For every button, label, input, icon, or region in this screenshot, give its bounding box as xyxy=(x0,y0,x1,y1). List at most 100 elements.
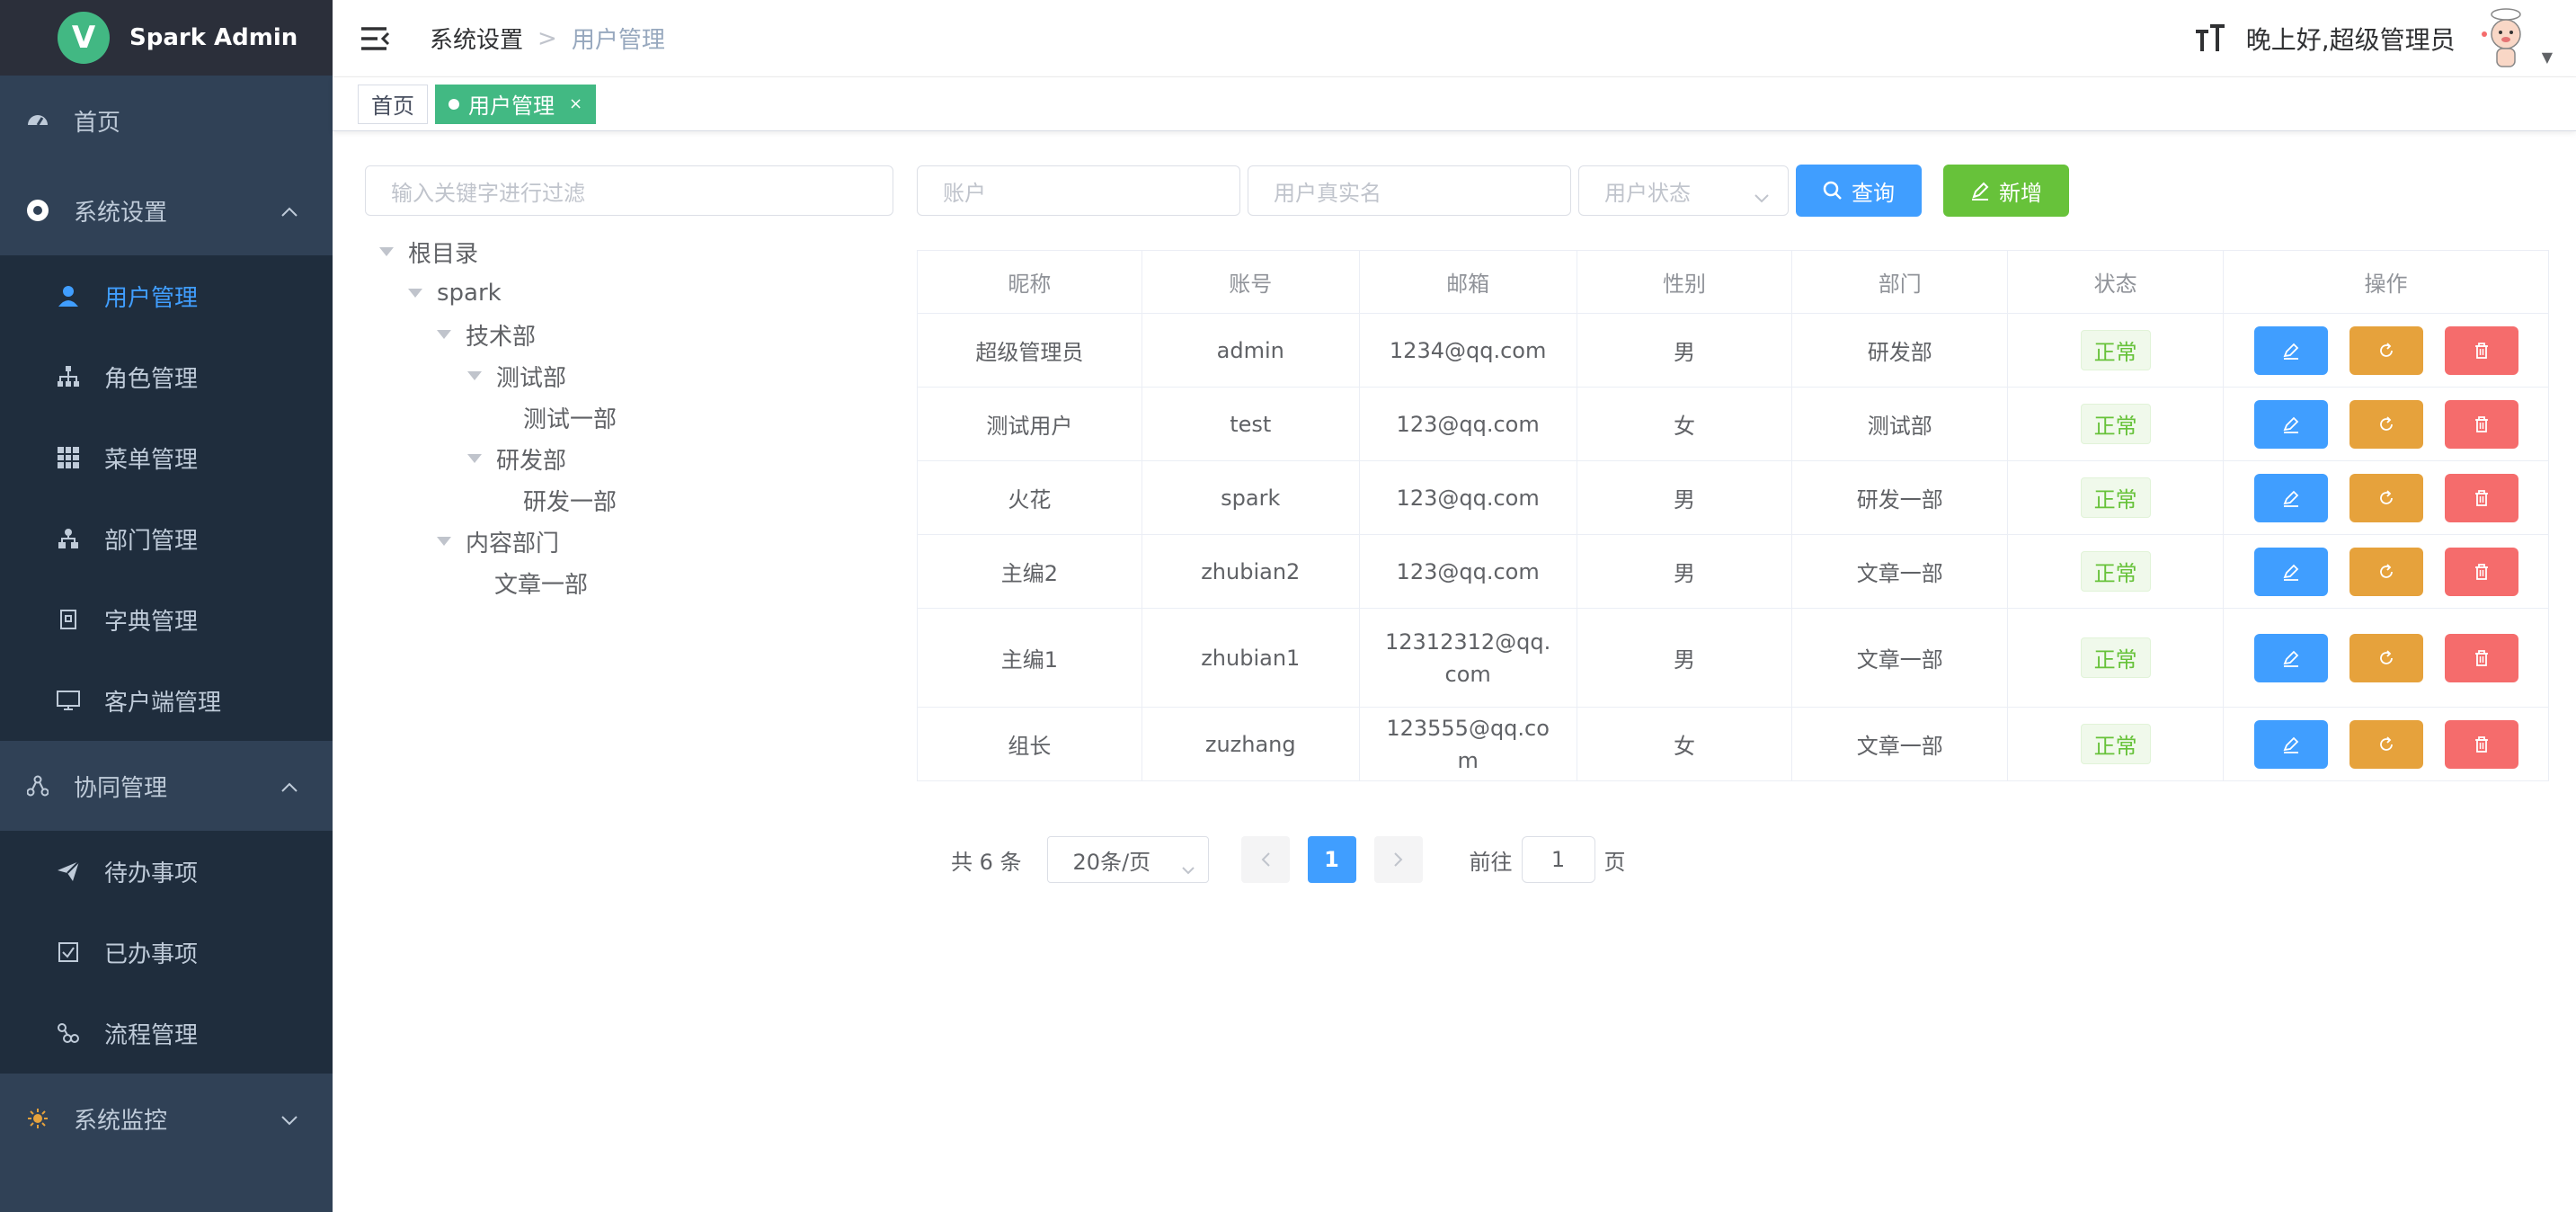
logo-icon: V xyxy=(58,12,110,64)
tree-node-article1[interactable]: 文章一部 xyxy=(494,565,588,601)
sidebar-item-label: 协同管理 xyxy=(74,774,168,802)
breadcrumb-item-current: 用户管理 xyxy=(571,27,665,54)
edit-button[interactable] xyxy=(2253,399,2328,449)
breadcrumb-item-system-settings[interactable]: 系统设置 xyxy=(430,22,523,55)
chevron-up-icon xyxy=(280,197,298,224)
sidebar-item-process[interactable]: 流程管理 xyxy=(0,993,333,1074)
page-size-select[interactable]: 20条/页 xyxy=(1046,836,1209,883)
cell-account: admin xyxy=(1141,313,1360,388)
realname-input[interactable]: 用户真实名 xyxy=(1248,165,1571,216)
delete-button[interactable] xyxy=(2444,719,2518,769)
expand-triangle-icon[interactable] xyxy=(379,247,394,256)
caret-down-icon[interactable]: ▼ xyxy=(2542,49,2553,66)
tree-node-content[interactable]: 内容部门 xyxy=(437,523,559,559)
refresh-icon xyxy=(2377,735,2395,753)
cell-nickname: 主编1 xyxy=(917,608,1142,708)
page-size-value: 20条/页 xyxy=(1072,849,1151,875)
table-header-row: 昵称 账号 邮箱 性别 部门 状态 操作 xyxy=(917,250,2549,314)
reset-password-button[interactable] xyxy=(2349,399,2423,449)
cell-actions xyxy=(2223,608,2549,708)
reset-password-button[interactable] xyxy=(2349,633,2423,682)
sidebar-item-todo[interactable]: 待办事项 xyxy=(0,831,333,912)
hamburger-icon[interactable] xyxy=(360,25,390,52)
breadcrumb: 系统设置 > 用户管理 xyxy=(430,22,665,55)
delete-button[interactable] xyxy=(2444,633,2518,682)
sidebar-group-collab[interactable]: 协同管理 xyxy=(0,741,333,831)
expand-triangle-icon[interactable] xyxy=(437,330,451,339)
expand-triangle-icon[interactable] xyxy=(467,371,482,380)
cell-account: zhubian2 xyxy=(1141,534,1360,609)
app-title: Spark Admin xyxy=(129,24,298,51)
sidebar-item-dict-management[interactable]: 字典管理 xyxy=(0,579,333,660)
close-icon[interactable]: × xyxy=(569,94,582,113)
trash-icon xyxy=(2473,735,2491,753)
goto-page-input[interactable]: 1 xyxy=(1521,836,1595,883)
tag-user-management[interactable]: 用户管理 × xyxy=(435,84,597,124)
edit-button[interactable] xyxy=(2253,633,2328,682)
delete-button[interactable] xyxy=(2444,473,2518,522)
sidebar-item-dept-management[interactable]: 部门管理 xyxy=(0,498,333,579)
reset-password-button[interactable] xyxy=(2349,325,2423,375)
avatar[interactable] xyxy=(2479,7,2533,70)
tag-home[interactable]: 首页 xyxy=(358,84,428,124)
tree-node-test1[interactable]: 测试一部 xyxy=(523,399,617,435)
tree-node-tech[interactable]: 技术部 xyxy=(437,316,536,352)
sidebar-item-label: 流程管理 xyxy=(104,1021,199,1049)
tree-node-label: 测试部 xyxy=(496,364,567,392)
edit-button[interactable] xyxy=(2253,473,2328,522)
reset-password-button[interactable] xyxy=(2349,719,2423,769)
sidebar-item-label: 字典管理 xyxy=(104,608,199,636)
edit-button[interactable] xyxy=(2253,719,2328,769)
cell-nickname: 火花 xyxy=(917,460,1142,535)
trash-icon xyxy=(2473,649,2491,667)
tree-node-spark[interactable]: spark xyxy=(408,275,502,311)
column-header: 部门 xyxy=(1791,250,2009,314)
column-header: 账号 xyxy=(1141,250,1360,314)
process-icon xyxy=(56,1020,81,1046)
row-actions xyxy=(2224,633,2548,682)
cell-department: 研发部 xyxy=(1791,313,2009,388)
tree-node-root[interactable]: 根目录 xyxy=(379,234,478,270)
edit-button[interactable] xyxy=(2253,325,2328,375)
sidebar-group-system-settings[interactable]: 系统设置 xyxy=(0,165,333,255)
table-row: 超级管理员 admin 1234@qq.com 男研发部 正常 xyxy=(917,313,2549,388)
sidebar-item-user-management[interactable]: 用户管理 xyxy=(0,255,333,336)
expand-triangle-icon[interactable] xyxy=(408,289,422,298)
reset-password-button[interactable] xyxy=(2349,547,2423,596)
query-button[interactable]: 查询 xyxy=(1796,165,1922,217)
goto-suffix: 页 xyxy=(1603,849,1626,875)
logo[interactable]: V Spark Admin xyxy=(0,0,333,76)
prev-page-button[interactable] xyxy=(1240,836,1290,883)
delete-button[interactable] xyxy=(2444,547,2518,596)
page-number-current[interactable]: 1 xyxy=(1307,836,1356,883)
sidebar-item-done[interactable]: 已办事项 xyxy=(0,912,333,993)
account-input[interactable]: 账户 xyxy=(917,165,1240,216)
tree-node-test[interactable]: 测试部 xyxy=(467,358,566,394)
tree-node-dev[interactable]: 研发部 xyxy=(467,441,566,477)
refresh-icon xyxy=(2377,563,2395,581)
delete-button[interactable] xyxy=(2444,325,2518,375)
expand-triangle-icon[interactable] xyxy=(467,454,482,463)
cell-actions xyxy=(2223,707,2549,781)
cell-status: 正常 xyxy=(2007,534,2225,609)
tree-node-dev1[interactable]: 研发一部 xyxy=(523,482,617,518)
add-button[interactable]: 新增 xyxy=(1943,165,2069,217)
sidebar-item-home[interactable]: 首页 xyxy=(0,76,333,165)
sidebar-item-label: 角色管理 xyxy=(104,365,199,393)
app-root: V Spark Admin 首页 系统设置 用户管理 角色管理 菜单管理 部门管… xyxy=(0,0,2576,1212)
status-select[interactable]: 用户状态 xyxy=(1578,165,1789,216)
sidebar-item-role-management[interactable]: 角色管理 xyxy=(0,336,333,417)
flow-icon xyxy=(25,773,50,798)
tree-filter-input[interactable]: 输入关键字进行过滤 xyxy=(365,165,893,216)
expand-triangle-icon[interactable] xyxy=(437,537,451,546)
sidebar-item-client-management[interactable]: 客户端管理 xyxy=(0,660,333,741)
row-actions xyxy=(2224,719,2548,769)
chevron-up-icon xyxy=(280,772,298,799)
next-page-button[interactable] xyxy=(1373,836,1423,883)
sidebar-item-menu-management[interactable]: 菜单管理 xyxy=(0,417,333,498)
delete-button[interactable] xyxy=(2444,399,2518,449)
reset-password-button[interactable] xyxy=(2349,473,2423,522)
edit-button[interactable] xyxy=(2253,547,2328,596)
font-size-icon[interactable] xyxy=(2194,22,2226,55)
sidebar-group-monitor[interactable]: 系统监控 xyxy=(0,1074,333,1163)
